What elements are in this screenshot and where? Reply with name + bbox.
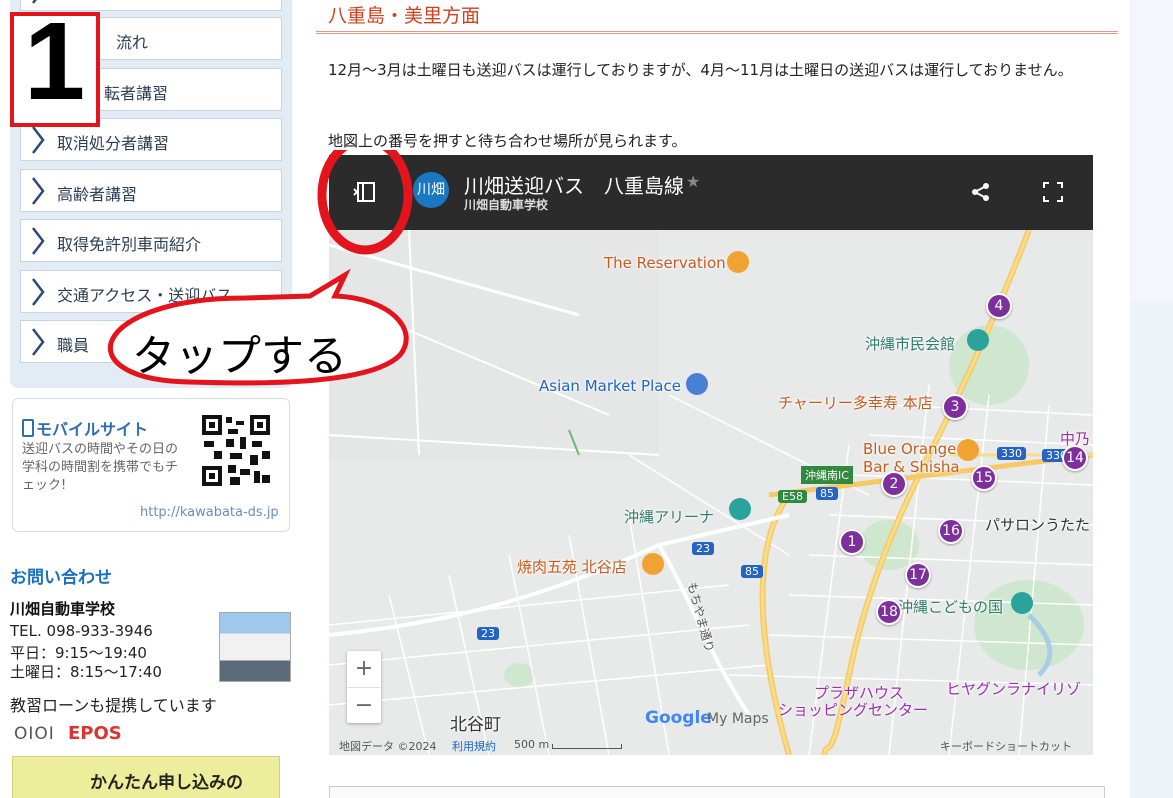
restaurant-icon[interactable] <box>642 553 664 575</box>
map-canvas[interactable] <box>329 155 1093 755</box>
bus-stop-marker[interactable]: 4 <box>986 293 1012 319</box>
map-roads <box>329 155 1093 755</box>
bus-stop-marker[interactable]: 15 <box>971 465 997 491</box>
tap-callout-text: タップする <box>132 332 347 382</box>
bar-icon[interactable] <box>957 439 979 461</box>
chevron-right-icon <box>32 177 45 205</box>
map-instruction: 地図上の番号を押すと待ち合わせ場所が見られます。 <box>328 132 687 150</box>
step-number: 1 <box>24 0 86 123</box>
schedule-note: 12月〜3月は土曜日も送迎バスは運行しておりますが、4月〜11月は土曜日の送迎バ… <box>328 61 1073 79</box>
poi-okinawa-arena[interactable]: 沖縄アリーナ <box>624 506 714 527</box>
keyboard-shortcuts-link[interactable]: キーボードショートカット <box>940 738 1072 754</box>
google-logo: Google <box>645 708 712 728</box>
scale-bar <box>552 744 622 749</box>
next-section-card <box>329 786 1105 798</box>
fullscreen-icon[interactable] <box>1043 182 1063 206</box>
route-shield: 23 <box>477 627 499 640</box>
interchange-label: 沖縄南IC <box>801 466 853 484</box>
poi-shopping-center[interactable]: ショッピングセンター <box>778 699 928 720</box>
map-subtitle: 川畑自動車学校 <box>464 198 549 212</box>
poi-asian-market-place[interactable]: Asian Market Place <box>539 377 681 395</box>
sidebar-item-label: 流れ <box>116 33 149 52</box>
poi-the-reservation[interactable]: The Reservation <box>604 254 726 272</box>
loan-note: 教習ローンも提携しています <box>10 696 217 715</box>
section-title: 八重島・美里方面 <box>328 5 481 27</box>
zoom-out-button[interactable]: − <box>347 687 381 723</box>
route-shield: 330 <box>997 447 1026 460</box>
epos-logo: EPOS <box>68 723 122 744</box>
bus-stop-marker[interactable]: 14 <box>1062 445 1088 471</box>
expressway-shield: E58 <box>778 490 807 503</box>
route-shield: 23 <box>692 542 714 555</box>
chevron-right-icon <box>32 227 45 255</box>
terms-link[interactable]: 利用規約 <box>452 738 496 754</box>
place-label-chatan-town: 北谷町 <box>450 715 501 735</box>
bus-stop-marker[interactable]: 16 <box>938 518 964 544</box>
shopping-icon[interactable] <box>686 373 708 395</box>
chevron-right-icon <box>32 126 45 154</box>
music-icon[interactable] <box>967 329 989 351</box>
zoo-icon[interactable] <box>1011 592 1033 614</box>
chevron-right-icon <box>32 328 45 356</box>
bus-stop-marker[interactable]: 3 <box>942 394 968 420</box>
title-divider <box>316 31 1118 34</box>
school-photo <box>219 612 291 682</box>
mobile-site-description: 送迎バスの時間やその日の学科の時間割を携帯でもチェック! <box>22 442 179 493</box>
bus-stop-marker[interactable]: 1 <box>839 529 865 555</box>
mobile-site-url[interactable]: http://kawabata-ds.jp <box>140 505 279 520</box>
bus-stop-marker[interactable]: 17 <box>905 562 931 588</box>
map-data-attribution: 地図データ ©2024 <box>339 740 437 753</box>
school-name: 川畑自動車学校 <box>10 600 116 618</box>
map-title: 川畑送迎バス 八重島線 <box>464 174 684 198</box>
qr-code-image <box>200 413 272 488</box>
poi-okinawa-civic-hall[interactable]: 沖縄市民会館 <box>865 333 955 354</box>
poi-yakiniku-goen[interactable]: 焼肉五苑 北谷店 <box>517 556 627 577</box>
mobile-phone-icon <box>22 419 34 437</box>
contact-tel[interactable]: TEL. 098-933-3946 <box>10 622 153 640</box>
scale-label: 500 m <box>514 738 550 751</box>
contact-hours-saturday: 土曜日：8:15〜17:40 <box>10 663 162 681</box>
easy-apply-label: かんたん申し込みの <box>90 773 243 793</box>
route-shield: 85 <box>741 565 763 578</box>
poi-okinawa-kodomo-no-kuni[interactable]: 沖縄こどもの国 <box>898 596 1003 617</box>
zoom-controls: + − <box>347 651 381 723</box>
right-gutter-band <box>1130 0 1173 300</box>
stadium-icon[interactable] <box>729 498 751 520</box>
share-icon[interactable] <box>971 182 991 206</box>
poi-blue-orange[interactable]: Blue Orange <box>863 440 956 458</box>
contact-title: お問い合わせ <box>10 568 112 588</box>
chevron-right-icon <box>32 278 45 306</box>
oioi-logo: OIOI <box>14 724 55 744</box>
star-icon[interactable]: ★ <box>686 172 700 191</box>
poi-pasalon[interactable]: パサロンうたた <box>985 514 1090 535</box>
bus-stop-marker[interactable]: 18 <box>876 599 902 625</box>
poi-bar-shisha[interactable]: Bar & Shisha <box>863 458 960 476</box>
poi-charlie-takosu[interactable]: チャーリー多幸寿 本店 <box>778 392 933 413</box>
route-shield: 85 <box>816 487 838 500</box>
bar-icon[interactable] <box>727 251 749 273</box>
zoom-in-button[interactable]: + <box>347 651 381 687</box>
my-maps-logo: My Maps <box>707 711 769 727</box>
contact-hours-weekday: 平日：9:15〜19:40 <box>10 644 147 662</box>
bus-stop-marker[interactable]: 2 <box>881 471 907 497</box>
poi-hiyagun[interactable]: ヒヤグンラナイリゾ <box>946 678 1081 699</box>
sidebar-item-label: 転者講習 <box>104 84 169 103</box>
